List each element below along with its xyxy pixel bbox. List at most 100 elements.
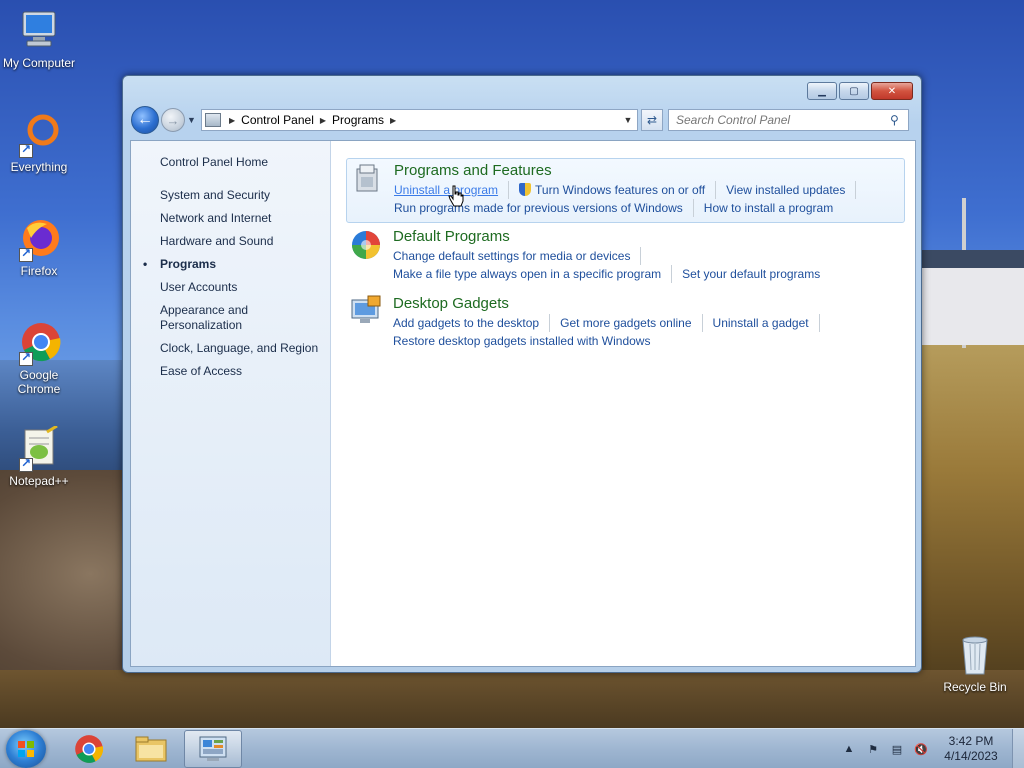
- desktop-gadgets-icon: [350, 294, 382, 326]
- link-turn-windows-features[interactable]: Turn Windows features on or off: [519, 181, 717, 199]
- link-label: Turn Windows features on or off: [535, 183, 706, 197]
- link-add-gadgets[interactable]: Add gadgets to the desktop: [393, 314, 551, 332]
- link-view-installed-updates[interactable]: View installed updates: [726, 181, 857, 199]
- control-panel-icon: [199, 736, 227, 761]
- desktop-icon-my-computer[interactable]: My Computer: [0, 8, 79, 70]
- uac-shield-icon: [519, 183, 532, 196]
- maximize-button[interactable]: ▢: [839, 82, 869, 100]
- close-button[interactable]: ✕: [871, 82, 913, 100]
- category-programs-and-features[interactable]: Programs and Features Uninstall a progra…: [346, 158, 905, 223]
- chrome-icon: [17, 320, 61, 366]
- sidebar-item-system-and-security[interactable]: System and Security: [131, 188, 330, 203]
- link-restore-gadgets[interactable]: Restore desktop gadgets installed with W…: [393, 332, 660, 350]
- start-button[interactable]: [6, 730, 46, 768]
- sidebar-item-network-and-internet[interactable]: Network and Internet: [131, 211, 330, 226]
- breadcrumb-control-panel[interactable]: Control Panel: [241, 113, 314, 127]
- sidebar: Control Panel Home System and Security N…: [131, 141, 331, 666]
- minimize-icon: ▁: [818, 85, 826, 97]
- link-how-to-install[interactable]: How to install a program: [704, 199, 843, 217]
- link-get-more-gadgets[interactable]: Get more gadgets online: [560, 314, 703, 332]
- shortcut-arrow-icon: [19, 246, 33, 262]
- category-title[interactable]: Default Programs: [393, 228, 905, 246]
- desktop-icon-notepad-plus-plus[interactable]: Notepad++: [0, 424, 79, 488]
- forward-button[interactable]: →: [161, 108, 185, 132]
- address-bar[interactable]: ▶ Control Panel ▶ Programs ▶ ▼: [201, 109, 638, 131]
- category-title[interactable]: Desktop Gadgets: [393, 295, 905, 313]
- desktop-icon-recycle-bin[interactable]: Recycle Bin: [935, 632, 1015, 694]
- action-center-flag-icon[interactable]: ⚑: [864, 743, 882, 756]
- search-placeholder: Search Control Panel: [676, 113, 791, 127]
- desktop-icon-label: My Computer: [2, 56, 76, 70]
- desktop-icon-google-chrome[interactable]: Google Chrome: [0, 320, 79, 396]
- clock[interactable]: 3:42 PM 4/14/2023: [936, 734, 1006, 764]
- desktop-icon-label: Everything: [10, 160, 68, 174]
- volume-muted-icon[interactable]: 🔇: [912, 743, 930, 756]
- sidebar-item-user-accounts[interactable]: User Accounts: [131, 280, 330, 295]
- category-desktop-gadgets[interactable]: Desktop Gadgets Add gadgets to the deskt…: [346, 290, 905, 355]
- category-links: Uninstall a program Turn Windows feature…: [394, 181, 904, 217]
- main-panel: Programs and Features Uninstall a progra…: [331, 141, 915, 666]
- taskbar: ▲ ⚑ ▤ 🔇 3:42 PM 4/14/2023: [0, 728, 1024, 768]
- link-set-default-programs[interactable]: Set your default programs: [682, 265, 830, 283]
- sidebar-item-control-panel-home[interactable]: Control Panel Home: [131, 155, 330, 170]
- chrome-icon: [75, 735, 104, 763]
- breadcrumb-separator-icon[interactable]: ▶: [229, 116, 235, 125]
- show-desktop-button[interactable]: [1012, 729, 1024, 768]
- breadcrumb-programs[interactable]: Programs: [332, 113, 384, 127]
- sidebar-item-ease-of-access[interactable]: Ease of Access: [131, 364, 330, 379]
- taskbar-chrome[interactable]: [60, 730, 118, 768]
- back-button[interactable]: ←: [131, 106, 159, 134]
- computer-icon: [17, 8, 61, 52]
- link-uninstall-gadget[interactable]: Uninstall a gadget: [713, 314, 820, 332]
- sidebar-item-programs[interactable]: Programs: [131, 257, 330, 272]
- refresh-button[interactable]: ⇄: [641, 109, 663, 131]
- chevron-down-icon: ▼: [187, 115, 196, 125]
- line-spacer: [651, 247, 851, 265]
- control-panel-icon: [205, 113, 221, 127]
- sidebar-item-appearance-and-personalization[interactable]: Appearance and Personalization: [131, 303, 281, 333]
- address-dropdown-icon[interactable]: ▼: [619, 115, 637, 125]
- navigation-bar: ← → ▼ ▶ Control Panel ▶ Programs ▶ ▼ ⇄ S…: [131, 105, 913, 135]
- search-icon[interactable]: ⚲: [890, 113, 908, 127]
- category-title[interactable]: Programs and Features: [394, 162, 904, 180]
- shortcut-arrow-icon: [19, 350, 33, 366]
- recycle-bin-icon: [953, 632, 997, 676]
- desktop-icon-label: Google Chrome: [17, 368, 61, 396]
- control-panel-window[interactable]: ▁ ▢ ✕ ← → ▼ ▶ Control Panel ▶ Programs ▶…: [122, 75, 922, 673]
- breadcrumb-separator-icon[interactable]: ▶: [390, 116, 396, 125]
- notepad-plus-plus-icon: [17, 424, 61, 472]
- clock-date: 4/14/2023: [944, 749, 998, 763]
- desktop-icon-label: Recycle Bin: [943, 680, 1007, 694]
- category-default-programs[interactable]: Default Programs Change default settings…: [346, 225, 905, 288]
- category-links: Change default settings for media or dev…: [393, 247, 905, 283]
- link-change-default-media-settings[interactable]: Change default settings for media or dev…: [393, 247, 642, 265]
- search-input[interactable]: Search Control Panel ⚲: [668, 109, 909, 131]
- link-run-older-programs[interactable]: Run programs made for previous versions …: [394, 199, 694, 217]
- taskbar-control-panel[interactable]: [184, 730, 242, 768]
- forward-arrow-icon: →: [166, 112, 180, 128]
- category-links: Add gadgets to the desktop Get more gadg…: [393, 314, 905, 350]
- maximize-icon: ▢: [849, 85, 859, 97]
- desktop-icon-everything[interactable]: Everything: [0, 112, 79, 174]
- shortcut-arrow-icon: [19, 456, 33, 472]
- desktop-icon-label: Notepad++: [9, 474, 69, 488]
- breadcrumb-separator-icon[interactable]: ▶: [320, 116, 326, 125]
- link-file-type-association[interactable]: Make a file type always open in a specif…: [393, 265, 673, 283]
- wallpaper-house: [915, 250, 1024, 345]
- clock-time: 3:42 PM: [948, 734, 994, 748]
- desktop-icon-firefox[interactable]: Firefox: [0, 216, 79, 278]
- show-hidden-icons-icon[interactable]: ▲: [840, 743, 858, 755]
- recent-pages-dropdown[interactable]: ▼: [187, 115, 197, 125]
- minimize-button[interactable]: ▁: [807, 82, 837, 100]
- window-content: Control Panel Home System and Security N…: [130, 140, 916, 667]
- desktop-icon-label: Firefox: [20, 264, 58, 278]
- everything-search-icon: [17, 112, 61, 158]
- taskbar-file-explorer[interactable]: [122, 730, 180, 768]
- system-tray: ▲ ⚑ ▤ 🔇 3:42 PM 4/14/2023: [840, 729, 1024, 768]
- close-icon: ✕: [887, 85, 897, 97]
- network-icon[interactable]: ▤: [888, 743, 906, 756]
- window-controls: ▁ ▢ ✕: [807, 82, 913, 100]
- sidebar-item-clock-language-region[interactable]: Clock, Language, and Region: [131, 341, 330, 356]
- programs-features-icon: [351, 163, 383, 195]
- sidebar-item-hardware-and-sound[interactable]: Hardware and Sound: [131, 234, 330, 249]
